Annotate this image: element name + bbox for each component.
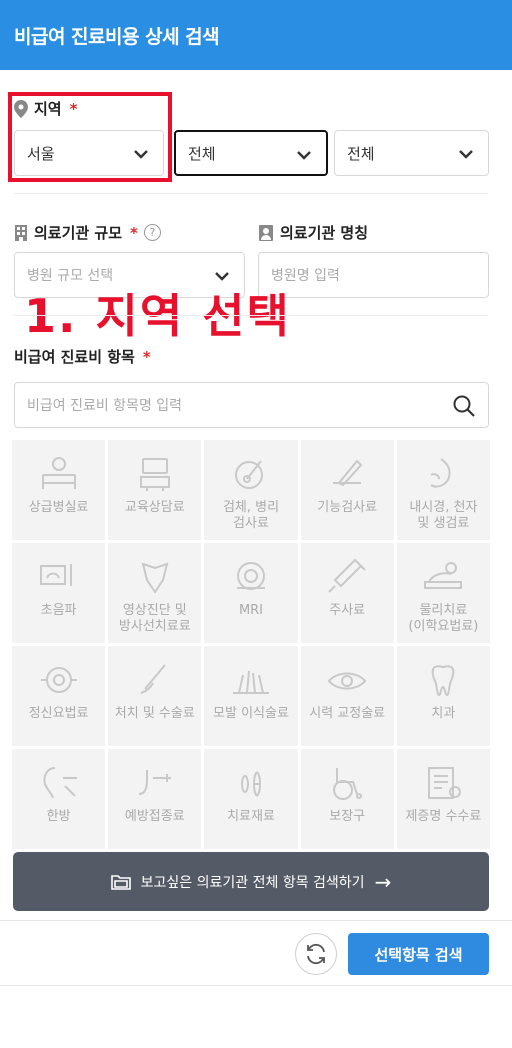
tile-label: 모발 이식술료 [213, 706, 289, 721]
tile-specimen[interactable]: 검체, 병리 검사료 [204, 440, 298, 540]
region-district-value: 전체 [188, 144, 216, 163]
mri-icon [228, 557, 274, 597]
selected-search-button[interactable]: 선택항목 검색 [348, 933, 489, 975]
wheelchair-icon [324, 763, 370, 803]
tile-label: MRI [238, 603, 264, 618]
institution-name-label: 의료기관 명칭 [258, 222, 368, 243]
tile-label: 교육상담료 [124, 500, 185, 515]
tile-label: 시력 교정술료 [309, 706, 386, 721]
divider [14, 193, 488, 194]
page-title: 비급여 진료비용 상세 검색 [14, 26, 220, 48]
tile-dental[interactable]: 치과 [396, 646, 490, 746]
tile-label: 기능검사료 [317, 500, 378, 515]
tile-material[interactable]: 치료재료 [204, 749, 298, 849]
tile-physio[interactable]: 물리치료 (이학요법료) [396, 543, 490, 643]
region-district-select[interactable]: 전체 [174, 130, 328, 176]
radiology-icon [132, 557, 178, 597]
tile-certificate[interactable]: 제증명 수수료 [396, 749, 490, 849]
building-icon [15, 224, 27, 241]
tile-label: 초음파 [40, 603, 77, 618]
vaccine-icon [132, 763, 178, 803]
tile-label: 예방접종료 [124, 809, 185, 824]
tile-label: 치과 [431, 706, 456, 721]
tile-label: 내시경, 천자 및 생검료 [409, 500, 478, 531]
tile-vision[interactable]: 시력 교정술료 [300, 646, 394, 746]
tile-injection[interactable]: 주사료 [300, 543, 394, 643]
surgery-icon [132, 660, 178, 700]
tile-vaccination[interactable]: 예방접종료 [108, 749, 202, 849]
hair-transplant-icon [228, 660, 274, 700]
tile-label: 한방 [46, 809, 71, 824]
divider [0, 920, 512, 921]
function-test-icon [324, 454, 370, 494]
hospital-id-icon [259, 224, 273, 241]
hospital-bed-icon [36, 454, 82, 494]
required-mark: * [142, 347, 151, 366]
tile-mri[interactable]: MRI [204, 543, 298, 643]
tile-radiology[interactable]: 영상진단 및 방사선치료료 [108, 543, 202, 643]
ultrasound-icon [36, 557, 82, 597]
institution-scale-label-text: 의료기관 규모 [34, 224, 123, 242]
tile-label: 검체, 병리 검사료 [222, 500, 280, 531]
items-search-input[interactable]: 비급여 진료비 항목명 입력 [14, 382, 489, 428]
institution-scale-label: 의료기관 규모 * ? [14, 222, 161, 243]
consultation-icon [132, 454, 178, 494]
tile-label: 물리치료 (이학요법료) [408, 603, 479, 634]
tile-label: 제증명 수수료 [405, 809, 482, 824]
tile-oriental[interactable]: 한방 [12, 749, 106, 849]
app-header: 비급여 진료비용 상세 검색 [0, 0, 512, 70]
tooth-icon [420, 660, 466, 700]
tile-function-test[interactable]: 기능검사료 [300, 440, 394, 540]
tile-label: 치료재료 [227, 809, 275, 824]
endoscope-icon [420, 454, 466, 494]
tile-ultrasound[interactable]: 초음파 [12, 543, 106, 643]
region-dong-value: 전체 [347, 144, 375, 163]
full-search-label: 보고싶은 의료기관 전체 항목 검색하기 [140, 874, 365, 891]
required-mark: * [130, 223, 138, 242]
tile-label: 처치 및 수술료 [114, 706, 195, 721]
folder-icon [110, 874, 131, 890]
specimen-icon [228, 454, 274, 494]
tile-surgery[interactable]: 처치 및 수술료 [108, 646, 202, 746]
eye-icon [324, 660, 370, 700]
syringe-icon [324, 557, 370, 597]
tile-label: 보장구 [329, 809, 366, 824]
full-search-button[interactable]: 보고싶은 의료기관 전체 항목 검색하기 → [13, 852, 489, 911]
tile-label: 정신요법료 [28, 706, 89, 721]
tile-psychotherapy[interactable]: 정신요법료 [12, 646, 106, 746]
reset-button[interactable] [295, 933, 337, 975]
annotation-text: 1. 지역 선택 [24, 289, 291, 343]
divider [0, 985, 512, 986]
chevron-down-icon [459, 150, 473, 159]
institution-name-label-text: 의료기관 명칭 [280, 224, 369, 242]
tile-label: 주사료 [329, 603, 366, 618]
material-icon [228, 763, 274, 803]
help-icon[interactable]: ? [143, 224, 161, 241]
chevron-down-icon [297, 151, 311, 160]
tile-endoscope[interactable]: 내시경, 천자 및 생검료 [396, 440, 490, 540]
institution-name-input[interactable]: 병원명 입력 [258, 252, 489, 298]
region-dong-select[interactable]: 전체 [334, 130, 489, 176]
items-label-text: 비급여 진료비 항목 [14, 348, 135, 366]
tile-label: 상급병실료 [28, 500, 89, 515]
search-icon[interactable] [452, 394, 476, 418]
tile-hospital-room[interactable]: 상급병실료 [12, 440, 106, 540]
refresh-icon [307, 943, 325, 965]
arrow-right-icon: → [374, 869, 392, 894]
items-grid: 상급병실료 교육상담료 검체, 병리 검사료 기능검사료 내시경, 천자 및 생… [12, 440, 490, 849]
acupuncture-icon [36, 763, 82, 803]
tile-hair-transplant[interactable]: 모발 이식술료 [204, 646, 298, 746]
tile-label: 영상진단 및 방사선치료료 [118, 603, 191, 634]
tile-consultation[interactable]: 교육상담료 [108, 440, 202, 540]
tile-assistive-device[interactable]: 보장구 [300, 749, 394, 849]
items-search-placeholder: 비급여 진료비 항목명 입력 [27, 398, 183, 414]
brain-icon [36, 660, 82, 700]
divider [14, 315, 488, 316]
items-label: 비급여 진료비 항목 * [14, 346, 151, 367]
region-highlight-box [8, 92, 172, 182]
certificate-icon [420, 763, 466, 803]
physio-icon [420, 557, 466, 597]
